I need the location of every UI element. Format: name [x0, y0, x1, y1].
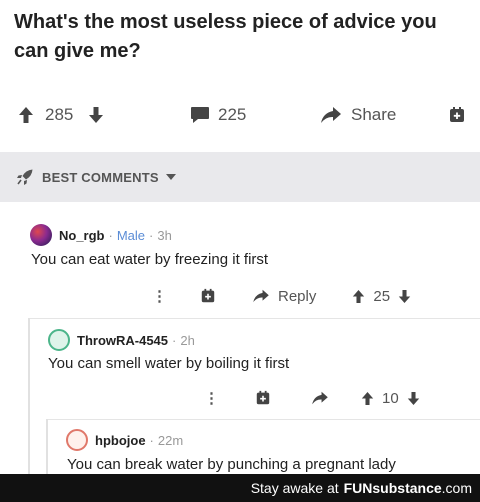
post-upvote-button[interactable]	[18, 98, 34, 132]
chevron-down-icon	[165, 174, 176, 180]
post-action-bar: 285 225 Share	[0, 98, 480, 132]
username[interactable]: No_rgb	[59, 228, 105, 243]
save-box-icon[interactable]	[200, 288, 216, 304]
meta-dot: ·	[172, 332, 177, 348]
save-box-icon[interactable]	[255, 390, 271, 406]
comment-time: 3h	[157, 227, 172, 243]
avatar[interactable]	[48, 329, 70, 351]
footer-brand: FUNsubstance	[343, 480, 442, 496]
downvote-icon	[89, 107, 103, 123]
upvote-icon[interactable]	[352, 289, 365, 304]
more-options-icon[interactable]: ⋮	[152, 287, 167, 305]
gender-label: Male	[116, 227, 146, 243]
post-title: What's the most useless piece of advice …	[14, 11, 437, 62]
downvote-icon[interactable]	[407, 391, 420, 406]
save-box-icon	[450, 107, 464, 122]
comment-time: 22m	[157, 432, 184, 448]
footer-suffix: .com	[441, 480, 472, 496]
post-comment-count: 225	[218, 105, 247, 124]
best-comments-sort[interactable]: BEST COMMENTS	[16, 168, 176, 186]
comments-header-band: BEST COMMENTS	[0, 152, 480, 202]
post-share-button[interactable]: Share	[320, 98, 396, 132]
post-downvote-button[interactable]	[88, 98, 104, 132]
best-comments-label: BEST COMMENTS	[42, 169, 159, 185]
reply-button[interactable]: Reply	[252, 288, 316, 305]
comment-header: No_rgb · Male · 3h	[30, 224, 172, 246]
comment-actions: ⋮ 10	[204, 386, 420, 410]
downvote-icon[interactable]	[398, 289, 411, 304]
reply-arrow-icon	[253, 289, 269, 303]
avatar[interactable]	[66, 429, 88, 451]
comment-score: 10	[382, 389, 399, 407]
username[interactable]: hpbojoe	[95, 433, 146, 448]
post-comments-button[interactable]	[190, 98, 210, 132]
comment-divider	[46, 419, 480, 420]
username[interactable]: ThrowRA-4545	[77, 333, 168, 348]
reply-arrow-icon[interactable]	[311, 391, 329, 405]
comment-header: hpbojoe · 22m	[66, 429, 183, 451]
reply-label: Reply	[278, 287, 317, 305]
upvote-icon	[19, 107, 33, 123]
more-options-icon[interactable]: ⋮	[204, 389, 219, 407]
upvote-icon[interactable]	[361, 391, 374, 406]
comment-text: You can break water by punching a pregna…	[67, 456, 396, 473]
comment-header: ThrowRA-4545 · 2h	[48, 329, 195, 351]
watermark-footer: Stay awake at FUNsubstance .com	[0, 474, 480, 502]
comment-text: You can eat water by freezing it first	[31, 251, 269, 268]
meta-dot: ·	[149, 227, 154, 243]
comment-text: You can smell water by boiling it first	[48, 355, 290, 372]
comment-divider	[28, 318, 480, 319]
avatar[interactable]	[30, 224, 52, 246]
post-upvote-count: 285	[45, 105, 74, 124]
share-arrow-icon	[321, 107, 341, 123]
post-save-button[interactable]	[448, 98, 466, 132]
comment-actions: ⋮ Reply 25	[152, 284, 411, 308]
share-label: Share	[351, 105, 397, 124]
footer-prefix: Stay awake at	[250, 480, 339, 496]
comment-score: 25	[373, 287, 391, 305]
meta-dot: ·	[108, 227, 113, 243]
thread-line	[46, 419, 48, 479]
thread-line	[28, 318, 30, 478]
comment-icon	[191, 107, 209, 123]
rocket-icon	[17, 169, 33, 185]
comment-time: 2h	[180, 332, 195, 348]
meta-dot: ·	[149, 432, 154, 448]
